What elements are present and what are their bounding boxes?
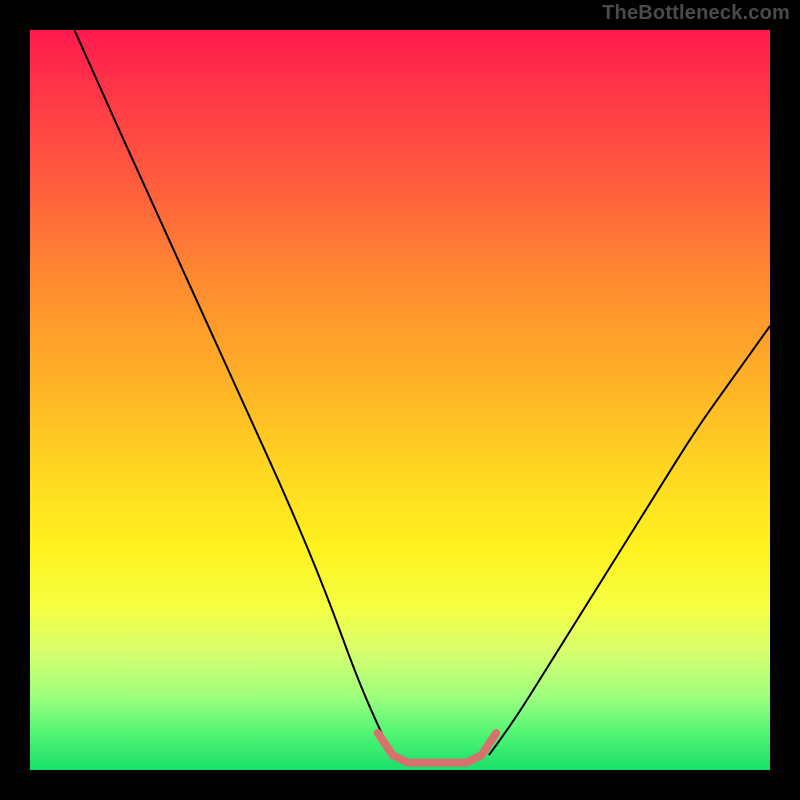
watermark-text: TheBottleneck.com [602, 2, 790, 25]
valley-highlight-line [378, 733, 496, 763]
curve-right-line [489, 326, 770, 755]
curve-left-line [74, 30, 392, 755]
chart-svg-overlay [30, 30, 770, 770]
chart-frame: TheBottleneck.com [0, 0, 800, 800]
